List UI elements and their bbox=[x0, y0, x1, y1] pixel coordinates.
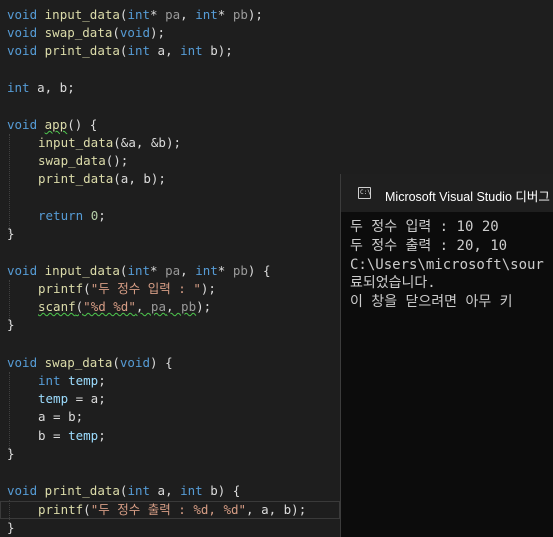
code-line-12: return 0; bbox=[38, 208, 106, 223]
code-line-15: void input_data(int* pa, int* pb) { bbox=[7, 263, 271, 278]
code-line-17: scanf("%d %d", pa, pb); bbox=[38, 299, 212, 314]
console-output-line: 료되었습니다. bbox=[350, 275, 436, 291]
indent-guide bbox=[9, 134, 10, 234]
code-line-3: void print_data(int a, int b); bbox=[7, 43, 233, 58]
console-title: Microsoft Visual Studio 디버그 bbox=[385, 190, 550, 204]
code-line-22: temp = a; bbox=[38, 391, 106, 406]
code-line-20: void swap_data(void) { bbox=[7, 355, 173, 370]
code-line-18: } bbox=[7, 317, 15, 332]
console-output-line: C:\Users\microsoft\sour bbox=[350, 257, 544, 273]
debug-console-window[interactable]: C:\ Microsoft Visual Studio 디버그 두 정수 입력 … bbox=[340, 174, 553, 537]
console-titlebar[interactable]: C:\ Microsoft Visual Studio 디버그 bbox=[341, 174, 553, 212]
code-line-28: printf("두 정수 출력 : %d, %d", a, b); bbox=[38, 502, 307, 517]
console-output-line: 두 정수 입력 : 10 20 bbox=[350, 219, 499, 235]
code-line-21: int temp; bbox=[38, 373, 106, 388]
console-output-line: 이 창을 닫으려면 아무 키 bbox=[350, 294, 513, 310]
code-line-1: void input_data(int* pa, int* pb); bbox=[7, 7, 263, 22]
code-line-25: } bbox=[7, 446, 15, 461]
code-line-16: printf("두 정수 입력 : "); bbox=[38, 281, 216, 296]
code-line-7: void app() { bbox=[7, 117, 98, 132]
code-line-10: print_data(a, b); bbox=[38, 171, 166, 186]
console-app-icon: C:\ bbox=[358, 187, 371, 199]
code-line-13: } bbox=[7, 226, 15, 241]
code-line-2: void swap_data(void); bbox=[7, 25, 166, 40]
code-line-5: int a, b; bbox=[7, 80, 75, 95]
code-line-24: b = temp; bbox=[38, 428, 106, 443]
code-line-9: swap_data(); bbox=[38, 153, 129, 168]
code-line-27: void print_data(int a, int b) { bbox=[7, 483, 241, 498]
console-output-line: 두 정수 출력 : 20, 10 bbox=[350, 238, 508, 254]
code-line-23: a = b; bbox=[38, 409, 84, 424]
code-line-29: } bbox=[7, 520, 15, 535]
indent-guide bbox=[9, 372, 10, 452]
code-line-8: input_data(&a, &b); bbox=[38, 135, 181, 150]
